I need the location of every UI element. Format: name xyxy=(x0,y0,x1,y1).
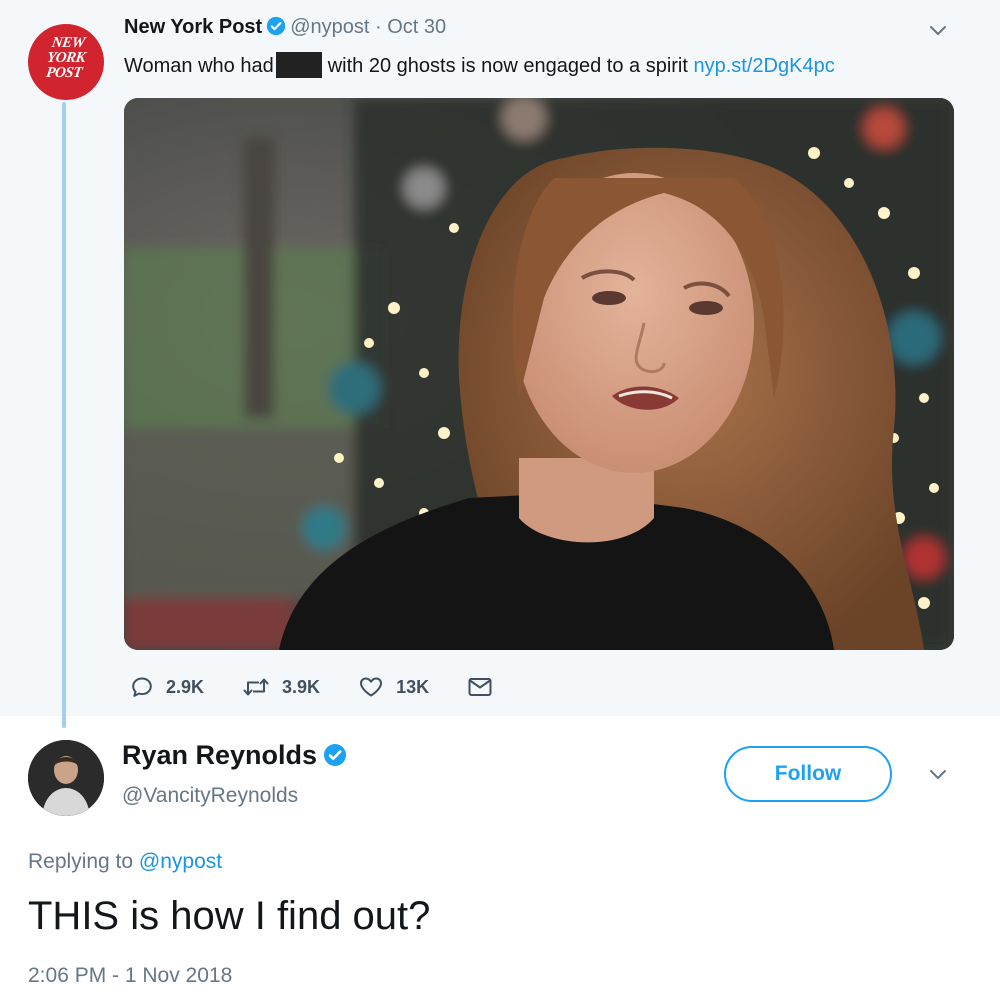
follow-button[interactable]: Follow xyxy=(724,746,892,802)
nypost-logo: NEW YORK POST xyxy=(45,35,87,81)
original-author-handle[interactable]: @nypost xyxy=(290,16,369,38)
chevron-down-icon[interactable] xyxy=(928,24,948,38)
heart-icon xyxy=(360,677,383,697)
tweet-text-before: Woman who had xyxy=(124,55,274,77)
replying-prefix: Replying to xyxy=(28,850,134,873)
replying-to-handle[interactable]: @nypost xyxy=(139,850,222,873)
like-action[interactable]: 13K xyxy=(358,675,429,699)
redaction-bar xyxy=(275,52,322,78)
tweet-text-after: with 20 ghosts is now engaged to a spiri… xyxy=(327,55,688,77)
reply-icon xyxy=(132,677,152,697)
replying-to-line: Replying to @nypost xyxy=(28,850,222,874)
retweet-icon xyxy=(243,678,269,696)
dm-action[interactable] xyxy=(467,675,505,699)
interview-photo xyxy=(124,98,954,650)
tweet-action-bar: 2.9K 3.9K 13K xyxy=(130,672,543,702)
reply-timestamp[interactable]: 2:06 PM - 1 Nov 2018 xyxy=(28,964,232,988)
original-author-name[interactable]: New York Post xyxy=(124,16,262,38)
reply-author-name-row: Ryan Reynolds xyxy=(122,740,351,771)
envelope-icon xyxy=(468,678,492,696)
original-tweet-date[interactable]: Oct 30 xyxy=(387,16,446,38)
tweet-media-image[interactable] xyxy=(124,98,954,650)
verified-badge-icon xyxy=(324,744,347,766)
reply-count: 2.9K xyxy=(166,676,205,697)
profile-photo xyxy=(28,740,104,816)
like-count: 13K xyxy=(396,676,430,697)
reply-author-name[interactable]: Ryan Reynolds xyxy=(122,740,317,770)
original-tweet-header: New York Post @nypost · Oct 30 xyxy=(124,16,446,39)
retweet-action[interactable]: 3.9K xyxy=(242,675,320,699)
reply-action[interactable]: 2.9K xyxy=(130,675,204,699)
original-tweet-text: Woman who had with 20 ghosts is now engag… xyxy=(124,52,835,78)
thread-connector-line xyxy=(62,102,66,728)
tweet-link[interactable]: nyp.st/2DgK4pc xyxy=(694,55,835,77)
verified-badge-icon xyxy=(267,16,286,36)
retweet-count: 3.9K xyxy=(282,676,321,697)
header-separator: · xyxy=(375,16,382,38)
reply-author-handle[interactable]: @VancityReynolds xyxy=(122,784,298,808)
reply-tweet-text: THIS is how I find out? xyxy=(28,894,431,938)
nypost-avatar[interactable]: NEW YORK POST xyxy=(28,24,104,100)
chevron-down-icon[interactable] xyxy=(928,768,948,782)
ryan-reynolds-avatar[interactable] xyxy=(28,740,104,816)
